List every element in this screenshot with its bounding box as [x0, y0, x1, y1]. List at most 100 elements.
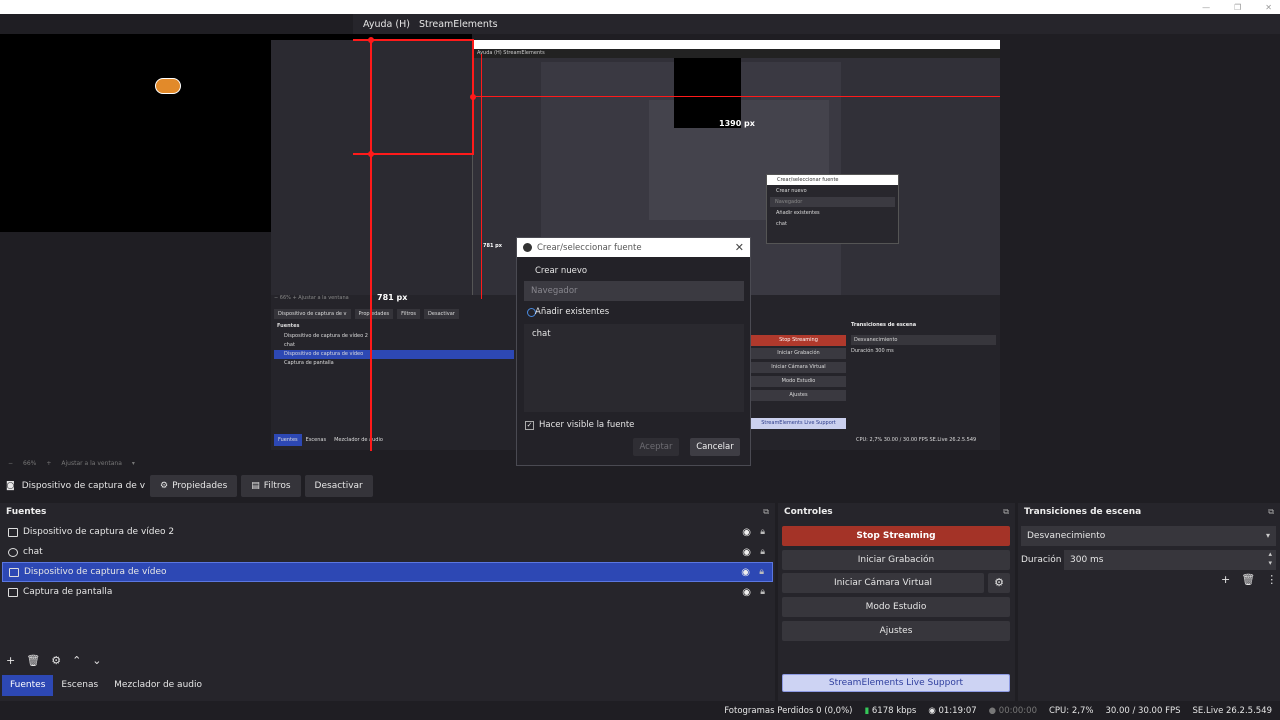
obs-logo-icon [523, 243, 532, 252]
accept-button[interactable]: Aceptar [633, 438, 679, 456]
lock-icon[interactable]: 🔒︎ [759, 567, 764, 577]
source-name-input[interactable]: Navegador [524, 281, 744, 301]
close-icon[interactable]: ✕ [735, 241, 744, 254]
create-source-dialog: Crear/seleccionar fuente ✕ Crear nuevo N… [516, 237, 751, 466]
stream-time: ◉ 01:19:07 [928, 705, 977, 716]
undock-icon[interactable]: ⧉ [763, 507, 769, 517]
menu-help[interactable]: Ayuda (H) [363, 19, 410, 30]
eye-icon[interactable]: ◉ [742, 527, 751, 538]
tab-scenes[interactable]: Escenas [53, 675, 106, 696]
gear-icon: ⚙ [160, 481, 169, 491]
eye-icon[interactable]: ◉ [742, 587, 751, 598]
chevron-down-icon[interactable]: ⌄ [92, 654, 101, 667]
dock-tabs: Fuentes Escenas Mezclador de audio [2, 675, 210, 696]
record-icon: ● [988, 705, 997, 716]
camera-icon [8, 527, 18, 537]
maximize-icon[interactable]: ❐ [1234, 3, 1241, 12]
sources-title: Fuentes [6, 507, 47, 517]
transition-select[interactable]: Desvanecimiento ▾ [1021, 526, 1276, 546]
duration-input[interactable]: 300 ms ▴ ▾ [1064, 550, 1276, 570]
monitor-icon [8, 587, 18, 597]
tab-sources[interactable]: Fuentes [2, 675, 54, 696]
make-visible-label: Hacer visible la fuente [539, 420, 635, 430]
selected-source-name: Dispositivo de captura de v [21, 481, 146, 491]
add-icon[interactable]: + [6, 654, 15, 667]
settings-button[interactable]: Ajustes [782, 621, 1010, 641]
chevron-down-icon[interactable]: ▾ [132, 460, 135, 467]
source-row[interactable]: Captura de pantalla ◉ 🔒︎ [2, 582, 773, 602]
version: SE.Live 26.2.5.549 [1192, 705, 1273, 716]
camera-icon: ◙ [6, 481, 15, 491]
cpu-usage: CPU: 2,7% [1048, 705, 1094, 716]
filters-button[interactable]: ▤ Filtros [241, 475, 301, 497]
fps: 30.00 / 30.00 FPS [1105, 705, 1181, 716]
gear-icon[interactable]: ⚙ [51, 654, 61, 667]
list-item[interactable]: chat [524, 324, 744, 344]
measure-label-781: 781 px [377, 293, 408, 302]
existing-sources-list[interactable]: chat [524, 324, 744, 412]
start-virtual-cam-button[interactable]: Iniciar Cámara Virtual [782, 573, 984, 593]
lock-icon[interactable]: 🔒︎ [760, 547, 765, 557]
selected-source: ◙ Dispositivo de captura de v [6, 481, 146, 491]
source-row-selected[interactable]: Dispositivo de captura de vídeo ◉ 🔒︎ [2, 562, 773, 582]
logo-image [155, 78, 181, 96]
transitions-title: Transiciones de escena [1024, 507, 1142, 517]
make-visible-checkbox[interactable]: ✓ Hacer visible la fuente [525, 420, 634, 430]
menu-bar: Ayuda (H) StreamElements [353, 14, 1280, 34]
dropped-frames: Fotogramas Perdidos 0 (0,0%) [724, 705, 853, 716]
sources-toolbar: + 🗑︎ ⚙ ⌃ ⌄ [6, 654, 102, 667]
eye-icon[interactable]: ◉ [741, 567, 750, 578]
live-support-button[interactable]: StreamElements Live Support [782, 674, 1010, 692]
controls-title: Controles [784, 507, 833, 517]
measure-label-781-small: 781 px [483, 243, 502, 249]
guide-line [481, 54, 482, 299]
dialog-header: Crear/seleccionar fuente ✕ [517, 238, 750, 257]
cancel-button[interactable]: Cancelar [690, 438, 740, 456]
chevron-down-icon: ▾ [1265, 531, 1270, 540]
fit-to-window-select[interactable]: Ajustar a la ventana [61, 460, 122, 467]
guide-line [472, 96, 1000, 97]
signal-icon: ▮ [864, 705, 870, 716]
minimize-icon[interactable]: — [1202, 3, 1210, 12]
properties-button[interactable]: ⚙ Propiedades [150, 475, 238, 497]
stop-streaming-button[interactable]: Stop Streaming [782, 526, 1010, 546]
checkbox-icon[interactable]: ✓ [525, 420, 534, 430]
title-bar: — ❐ ✕ [0, 0, 1280, 14]
trash-icon[interactable]: 🗑︎ [26, 654, 40, 667]
transitions-toolbar: + 🗑︎ ⋮ [1221, 573, 1277, 586]
zoom-in-button[interactable]: + [46, 460, 51, 467]
deactivate-button[interactable]: Desactivar [304, 475, 373, 497]
nested-dialog: Crear/seleccionar fuente Crear nuevo Nav… [766, 174, 899, 244]
more-icon[interactable]: ⋮ [1266, 573, 1277, 586]
eye-icon[interactable]: ◉ [742, 547, 751, 558]
camera-icon [9, 567, 19, 577]
studio-mode-button[interactable]: Modo Estudio [782, 597, 1010, 617]
close-icon[interactable]: ✕ [1265, 3, 1272, 12]
rec-time: ● 00:00:00 [988, 705, 1037, 716]
trash-icon[interactable]: 🗑︎ [1241, 573, 1255, 586]
source-row[interactable]: chat ◉ 🔒︎ [2, 542, 773, 562]
dialog-title: Crear/seleccionar fuente [537, 242, 642, 253]
zoom-level: 66% [23, 459, 37, 467]
chevron-up-icon[interactable]: ⌃ [72, 654, 81, 667]
lock-icon[interactable]: 🔒︎ [760, 527, 765, 537]
broadcast-icon: ◉ [928, 705, 936, 716]
lock-icon[interactable]: 🔒︎ [760, 587, 765, 597]
add-icon[interactable]: + [1221, 573, 1230, 586]
spinner-icon[interactable]: ▴ ▾ [1268, 550, 1272, 568]
duration-label: Duración [1021, 555, 1062, 565]
zoom-out-button[interactable]: − [8, 460, 13, 467]
tab-audio-mixer[interactable]: Mezclador de audio [106, 675, 210, 696]
undock-icon[interactable]: ⧉ [1003, 507, 1009, 517]
measure-label-1390: 1390 px [719, 119, 755, 128]
window-controls: — ❐ ✕ [1202, 0, 1272, 14]
undock-icon[interactable]: ⧉ [1268, 507, 1274, 517]
guide-line [370, 39, 372, 451]
menu-streamelements[interactable]: StreamElements [419, 19, 498, 30]
source-row[interactable]: Dispositivo de captura de vídeo 2 ◉ 🔒︎ [2, 522, 773, 542]
gear-icon[interactable]: ⚙ [988, 573, 1010, 593]
add-existing-label[interactable]: Añadir existentes [535, 307, 609, 317]
create-new-radio[interactable]: Crear nuevo [535, 266, 587, 276]
status-bar: Fotogramas Perdidos 0 (0,0%) ▮ 6178 kbps… [0, 701, 1280, 720]
start-recording-button[interactable]: Iniciar Grabación [782, 550, 1010, 570]
